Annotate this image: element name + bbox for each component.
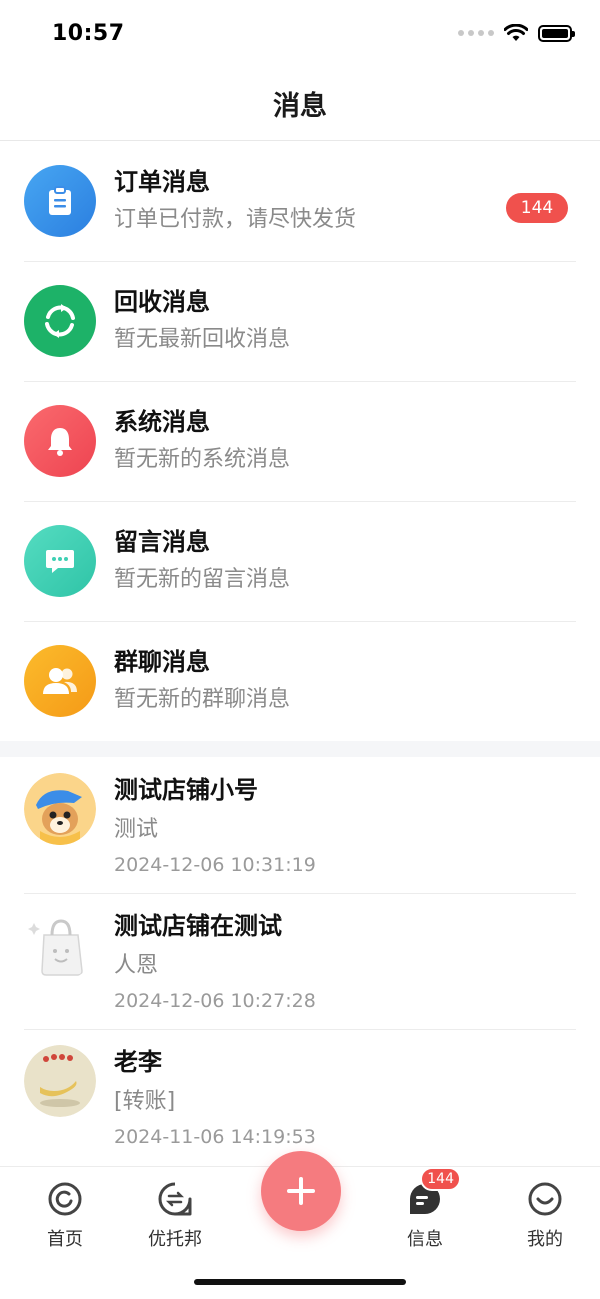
chat-last-message: 人恩: [114, 953, 159, 978]
signal-icon: [458, 30, 494, 36]
chat-item[interactable]: 测试店铺小号 测试 2024-12-06 10:31:19: [0, 757, 600, 893]
chat-name: 测试店铺在测试: [114, 912, 282, 940]
list-item-group-messages[interactable]: 群聊消息 暂无新的群聊消息: [0, 621, 600, 741]
item-title: 订单消息: [114, 168, 210, 196]
list-item-order-messages[interactable]: 订单消息 订单已付款，请尽快发货 144: [0, 141, 600, 261]
item-subtitle: 暂无新的系统消息: [114, 447, 291, 472]
chat-last-message: 测试: [114, 817, 159, 842]
battery-icon: [538, 24, 575, 42]
avatar: [24, 909, 96, 981]
tab-youtuobang[interactable]: 优托邦: [130, 1181, 220, 1251]
page-title: 消息: [273, 90, 327, 122]
item-title: 系统消息: [114, 408, 210, 436]
chat-last-message: [转账]: [114, 1089, 176, 1114]
item-subtitle: 暂无新的群聊消息: [114, 687, 291, 712]
chat-bubble-icon: [24, 525, 96, 597]
smile-icon: [527, 1181, 563, 1217]
message-icon: 144: [407, 1167, 461, 1217]
tab-mine[interactable]: 我的: [500, 1181, 590, 1251]
section-divider: [0, 741, 600, 757]
chat-item[interactable]: 测试店铺在测试 人恩 2024-12-06 10:27:28: [0, 893, 600, 1029]
item-subtitle: 暂无最新回收消息: [114, 327, 291, 352]
chat-timestamp: 2024-12-06 10:27:28: [114, 990, 316, 1012]
chat-name: 测试店铺小号: [114, 776, 258, 804]
clipboard-icon: [24, 165, 96, 237]
tab-messages[interactable]: 144 信息: [380, 1167, 470, 1251]
home-icon: [47, 1181, 83, 1217]
tab-label: 我的: [527, 1229, 563, 1250]
nav-bar: 消息: [0, 66, 600, 141]
status-time: 10:57: [52, 20, 125, 46]
home-indicator: [194, 1279, 406, 1285]
tab-unread-badge: 144: [420, 1167, 461, 1191]
item-title: 群聊消息: [114, 648, 210, 676]
group-icon: [24, 645, 96, 717]
plus-icon: [287, 1177, 315, 1205]
bell-icon: [24, 405, 96, 477]
item-subtitle: 订单已付款，请尽快发货: [114, 207, 357, 232]
tab-label: 优托邦: [148, 1229, 202, 1250]
tab-home[interactable]: 首页: [20, 1181, 110, 1251]
system-message-list: 订单消息 订单已付款，请尽快发货 144 回收消息 暂无最新回收消息 系统消息: [0, 141, 600, 741]
tab-label: 首页: [47, 1229, 83, 1250]
status-icons: [458, 24, 575, 42]
unread-badge: 144: [506, 193, 568, 223]
exchange-icon: [157, 1181, 193, 1217]
list-item-comment-messages[interactable]: 留言消息 暂无新的留言消息: [0, 501, 600, 621]
tab-label: 信息: [407, 1229, 443, 1250]
item-title: 回收消息: [114, 288, 210, 316]
list-item-system-messages[interactable]: 系统消息 暂无新的系统消息: [0, 381, 600, 501]
avatar: [24, 773, 96, 845]
avatar: [24, 1045, 96, 1117]
chat-name: 老李: [114, 1048, 162, 1076]
item-subtitle: 暂无新的留言消息: [114, 567, 291, 592]
chat-timestamp: 2024-11-06 14:19:53: [114, 1126, 316, 1148]
wifi-icon: [504, 24, 528, 41]
add-button[interactable]: [261, 1151, 341, 1231]
item-title: 留言消息: [114, 528, 210, 556]
list-item-recycle-messages[interactable]: 回收消息 暂无最新回收消息: [0, 261, 600, 381]
chat-timestamp: 2024-12-06 10:31:19: [114, 854, 316, 876]
chat-list: 测试店铺小号 测试 2024-12-06 10:31:19 测试店铺在测试 人恩…: [0, 757, 600, 1165]
recycle-icon: [24, 285, 96, 357]
status-bar: 10:57: [0, 0, 600, 66]
chat-item[interactable]: 老李 [转账] 2024-11-06 14:19:53: [0, 1029, 600, 1165]
